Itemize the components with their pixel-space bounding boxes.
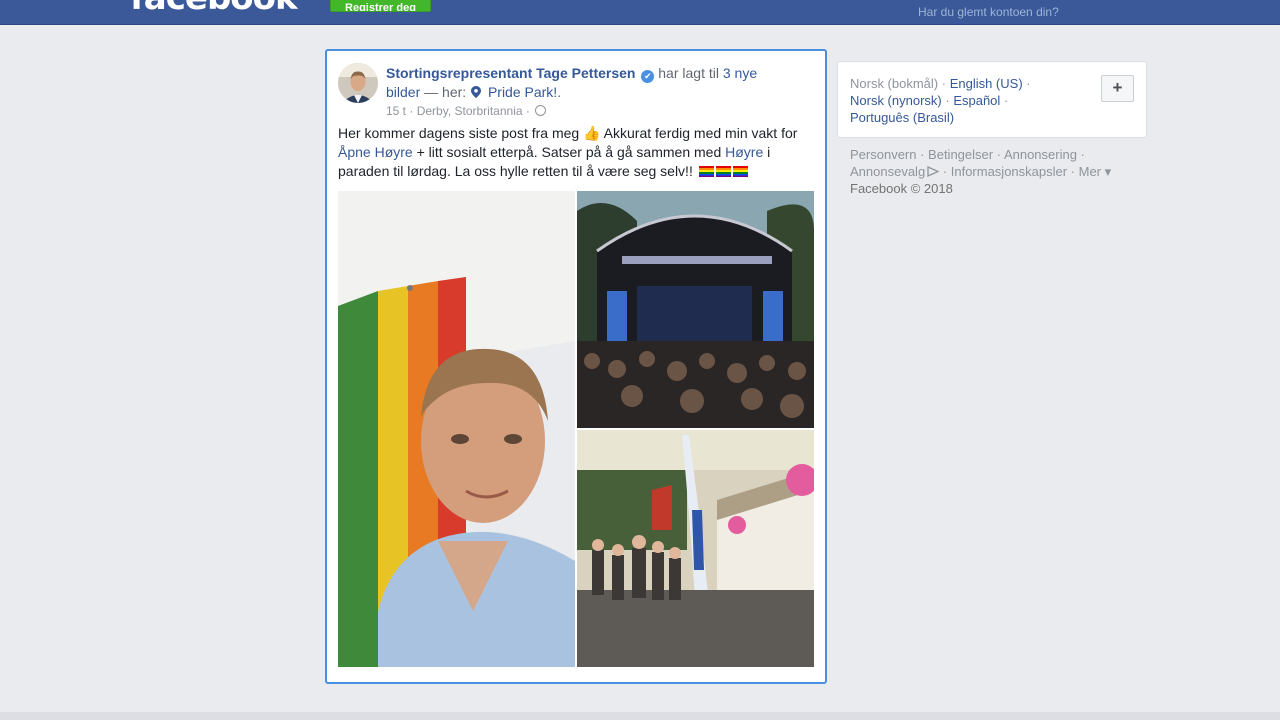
post-card: Stortingsrepresentant Tage Pettersen ✔ h…	[325, 49, 827, 684]
post-text-part: Akkurat ferdig med min vakt for	[600, 125, 798, 141]
facebook-logo[interactable]: facebook	[130, 0, 298, 18]
verified-badge-icon: ✔	[641, 70, 655, 83]
action-text: har lagt til	[654, 65, 723, 81]
post-meta: 15 t · Derby, Storbritannia ·	[386, 104, 547, 118]
top-navigation-bar: facebook Registrer deg Har du glemt kont…	[0, 0, 1280, 25]
bottom-bar	[0, 712, 1280, 720]
meta-separator: ·	[525, 104, 534, 118]
language-selector-box: Norsk (bokmål) · English (US) · Norsk (n…	[837, 61, 1147, 138]
meta-separator: ·	[409, 104, 417, 118]
hoyre-link[interactable]: Høyre	[725, 144, 763, 160]
thumbs-up-emoji: 👍	[583, 125, 601, 141]
forgot-account-link[interactable]: Har du glemt kontoen din?	[918, 5, 1059, 19]
footer-annonsering-link[interactable]: Annonsering	[1004, 147, 1077, 162]
rainbow-flag-icon	[697, 163, 714, 179]
separator: ·	[1000, 93, 1009, 108]
author-name-link[interactable]: Stortingsrepresentant Tage Pettersen	[386, 65, 635, 81]
caret-down-icon[interactable]: ▾	[1101, 164, 1112, 179]
copyright-text: Facebook © 2018	[850, 181, 953, 196]
post-location[interactable]: Derby, Storbritannia	[417, 104, 523, 118]
language-english-link[interactable]: English (US)	[950, 76, 1023, 91]
language-espanol-link[interactable]: Español	[953, 93, 1000, 108]
post-text-part: + litt sosialt etterpå. Satser på å gå s…	[412, 144, 726, 160]
post-photo-parade[interactable]	[577, 430, 814, 667]
current-language: Norsk (bokmål)	[850, 76, 939, 91]
place-suffix: .	[557, 84, 562, 100]
apne-hoyre-link[interactable]: Åpne Høyre	[338, 144, 413, 160]
post-timestamp[interactable]: 15 t	[386, 104, 406, 118]
footer-annonsevalg-link[interactable]: Annonsevalg	[850, 164, 925, 179]
globe-icon[interactable]	[535, 105, 547, 116]
post-body-text: Her kommer dagens siste post fra meg 👍 A…	[338, 124, 808, 181]
dash-text: — her:	[420, 84, 471, 100]
author-avatar[interactable]	[338, 63, 378, 103]
footer-links: Personvern · Betingelser · Annonsering ·…	[850, 147, 1112, 196]
location-pin-icon	[470, 84, 488, 100]
separator: ·	[938, 76, 950, 91]
post-text-part: Her kommer dagens siste post fra meg	[338, 125, 584, 141]
language-portugues-link[interactable]: Português (Brasil)	[850, 110, 954, 125]
post-photo-selfie[interactable]	[338, 191, 575, 667]
footer-cookies-link[interactable]: Informasjonskapsler	[951, 164, 1067, 179]
footer-betingelser-link[interactable]: Betingelser	[928, 147, 993, 162]
rainbow-flag-icon	[731, 163, 748, 179]
place-link[interactable]: Pride Park!	[488, 84, 557, 100]
rainbow-flag-icon	[714, 163, 731, 179]
footer-personvern-link[interactable]: Personvern	[850, 147, 916, 162]
more-languages-button[interactable]: +	[1101, 75, 1134, 102]
signup-button[interactable]: Registrer deg	[330, 0, 431, 12]
separator: ·	[941, 93, 954, 108]
post-header: Stortingsrepresentant Tage Pettersen ✔ h…	[386, 64, 786, 102]
footer-more-link[interactable]: Mer	[1079, 164, 1101, 179]
language-nynorsk-link[interactable]: Norsk (nynorsk)	[850, 93, 942, 108]
language-list: Norsk (bokmål) · English (US) · Norsk (n…	[850, 75, 1090, 126]
separator: ·	[1022, 76, 1031, 91]
post-photo-concert[interactable]	[577, 191, 814, 428]
adchoices-icon	[925, 164, 940, 179]
